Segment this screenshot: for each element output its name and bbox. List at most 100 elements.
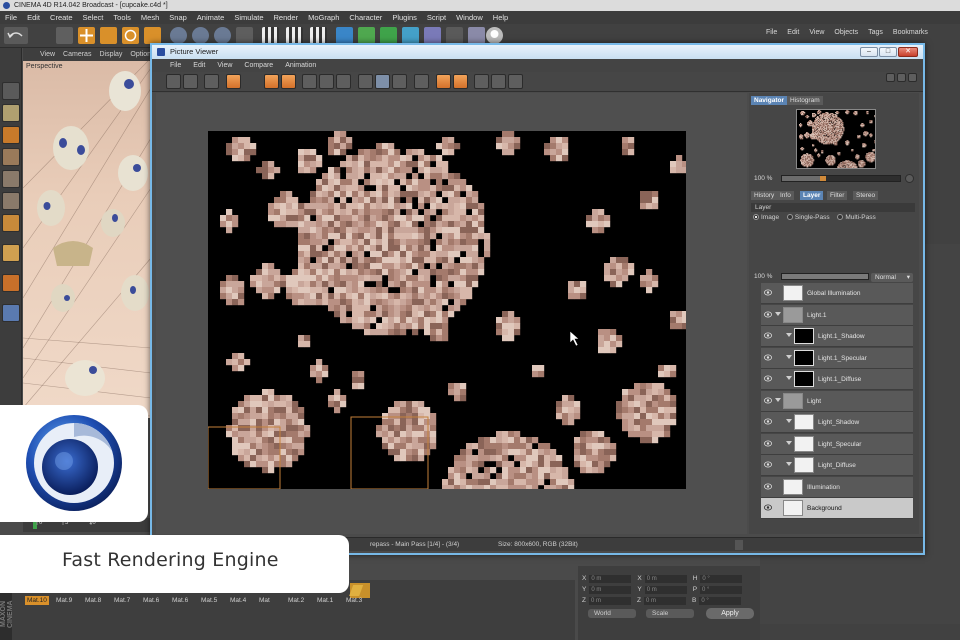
material-1[interactable]: Mat.9 bbox=[54, 596, 74, 605]
fit-to-screen-button[interactable] bbox=[358, 74, 373, 89]
expand-triangle-icon[interactable] bbox=[786, 419, 792, 423]
tab-navigator[interactable]: Navigator bbox=[751, 96, 787, 105]
om-menu-file[interactable]: File bbox=[766, 26, 777, 39]
coord-field[interactable]: 0 m bbox=[644, 586, 687, 594]
menu-render[interactable]: Render bbox=[274, 11, 299, 24]
expand-triangle-icon[interactable] bbox=[786, 354, 792, 359]
visibility-eye-icon[interactable] bbox=[764, 289, 772, 296]
pv-menu-compare[interactable]: Compare bbox=[244, 59, 273, 72]
panel-close-button[interactable] bbox=[908, 73, 917, 82]
coord-field[interactable]: 0 ° bbox=[700, 575, 743, 583]
material-10[interactable]: Mat.1 bbox=[315, 596, 335, 605]
layer-row[interactable]: Light_Diffuse bbox=[761, 455, 913, 476]
minimize-button[interactable]: – bbox=[860, 47, 878, 57]
x-axis-lock-button[interactable] bbox=[170, 27, 187, 44]
stereo-button[interactable] bbox=[508, 74, 523, 89]
om-menu-edit[interactable]: Edit bbox=[787, 26, 799, 39]
layer-row[interactable]: Light.1_Diffuse bbox=[761, 369, 913, 390]
maximize-button[interactable]: □ bbox=[879, 47, 897, 57]
expand-triangle-icon[interactable] bbox=[786, 462, 792, 466]
navigator-preview[interactable] bbox=[796, 109, 876, 169]
open-image-button[interactable] bbox=[166, 74, 181, 89]
save-image-button[interactable] bbox=[183, 74, 198, 89]
zoom-menu-button[interactable] bbox=[905, 174, 914, 183]
image-canvas-area[interactable] bbox=[156, 93, 747, 534]
menu-mograph[interactable]: MoGraph bbox=[308, 11, 339, 24]
menu-snap[interactable]: Snap bbox=[169, 11, 187, 24]
material-8[interactable]: Mat bbox=[257, 596, 272, 605]
snap-button[interactable] bbox=[2, 274, 20, 292]
mode-multi-pass-radio[interactable]: Multi-Pass bbox=[837, 214, 876, 221]
tab-info[interactable]: Info bbox=[777, 191, 794, 200]
menu-file[interactable]: File bbox=[5, 11, 17, 24]
array-button[interactable] bbox=[380, 27, 397, 44]
visibility-eye-icon[interactable] bbox=[764, 440, 772, 447]
undo-button[interactable] bbox=[4, 27, 28, 44]
camera-button[interactable] bbox=[446, 27, 463, 44]
render-view-button[interactable] bbox=[262, 27, 279, 44]
make-editable-button[interactable] bbox=[2, 82, 20, 100]
pv-menu-file[interactable]: File bbox=[170, 59, 181, 72]
layer-row[interactable]: Light bbox=[761, 390, 913, 412]
3d-viewport[interactable]: View Cameras Display Option Perspective bbox=[23, 48, 151, 418]
material-5[interactable]: Mat.6 bbox=[170, 596, 190, 605]
mode-single-pass-radio[interactable]: Single-Pass bbox=[786, 214, 830, 221]
tab-histogram[interactable]: Histogram bbox=[787, 96, 823, 105]
tab-layer[interactable]: Layer bbox=[800, 191, 824, 200]
visibility-eye-icon[interactable] bbox=[764, 397, 772, 404]
model-mode-button[interactable] bbox=[2, 104, 20, 122]
material-4[interactable]: Mat.6 bbox=[141, 596, 161, 605]
tab-filter[interactable]: Filter bbox=[827, 191, 848, 200]
navigator-zoom-knob[interactable] bbox=[820, 176, 826, 181]
coord-field[interactable]: 0 m bbox=[589, 575, 632, 583]
layer-row[interactable]: Light_Shadow bbox=[761, 412, 913, 433]
pv-menu-edit[interactable]: Edit bbox=[193, 59, 205, 72]
expand-triangle-icon[interactable] bbox=[786, 333, 792, 337]
expand-triangle-icon[interactable] bbox=[786, 376, 792, 380]
coord-field[interactable]: 0 m bbox=[643, 597, 686, 605]
compare-button[interactable] bbox=[336, 74, 351, 89]
coord-field[interactable]: 0 m bbox=[588, 597, 631, 605]
render-settings-button[interactable] bbox=[310, 27, 327, 44]
tab-history[interactable]: History bbox=[751, 191, 778, 200]
om-menu-bookmarks[interactable]: Bookmarks bbox=[893, 26, 928, 39]
layer-opacity-slider[interactable] bbox=[781, 273, 869, 280]
y-axis-lock-button[interactable] bbox=[192, 27, 209, 44]
apply-button[interactable]: Apply bbox=[706, 608, 754, 619]
visibility-eye-icon[interactable] bbox=[764, 311, 772, 318]
layer-row[interactable]: Light.1_Specular bbox=[761, 347, 913, 369]
menu-tools[interactable]: Tools bbox=[113, 11, 131, 24]
live-selection-button[interactable] bbox=[56, 27, 73, 44]
expand-triangle-icon[interactable] bbox=[775, 397, 781, 402]
material-0[interactable]: Mat.10 bbox=[25, 596, 49, 605]
visibility-eye-icon[interactable] bbox=[764, 461, 772, 468]
render-region-button[interactable] bbox=[264, 74, 279, 89]
filter-button[interactable] bbox=[491, 74, 506, 89]
move-tool-button[interactable] bbox=[78, 27, 95, 44]
visibility-eye-icon[interactable] bbox=[764, 418, 772, 425]
edges-mode-button[interactable] bbox=[2, 192, 20, 210]
copy-frame-button[interactable] bbox=[204, 74, 219, 89]
floor-button[interactable] bbox=[424, 27, 441, 44]
visibility-eye-icon[interactable] bbox=[764, 504, 772, 511]
material-3[interactable]: Mat.7 bbox=[112, 596, 132, 605]
light-button[interactable] bbox=[486, 27, 503, 44]
menu-edit[interactable]: Edit bbox=[27, 11, 40, 24]
add-object-button[interactable] bbox=[144, 27, 161, 44]
axis-mode-button[interactable] bbox=[2, 244, 20, 262]
coordinate-space-select[interactable]: World bbox=[588, 609, 636, 618]
layer-row[interactable]: Light.1 bbox=[761, 304, 913, 326]
menu-simulate[interactable]: Simulate bbox=[234, 11, 263, 24]
material-6[interactable]: Mat.5 bbox=[199, 596, 219, 605]
visibility-eye-icon[interactable] bbox=[764, 354, 772, 361]
deformer-button[interactable] bbox=[402, 27, 419, 44]
workplane-button[interactable] bbox=[2, 148, 20, 166]
menu-window[interactable]: Window bbox=[456, 11, 483, 24]
render-to-picture-viewer-button[interactable] bbox=[286, 27, 303, 44]
cube-object-button[interactable] bbox=[336, 27, 353, 44]
material-9[interactable]: Mat.2 bbox=[286, 596, 306, 605]
snapshot-b-button[interactable] bbox=[319, 74, 334, 89]
menu-plugins[interactable]: Plugins bbox=[392, 11, 417, 24]
coordinate-scale-select[interactable]: Scale bbox=[646, 609, 694, 618]
menu-select[interactable]: Select bbox=[83, 11, 104, 24]
